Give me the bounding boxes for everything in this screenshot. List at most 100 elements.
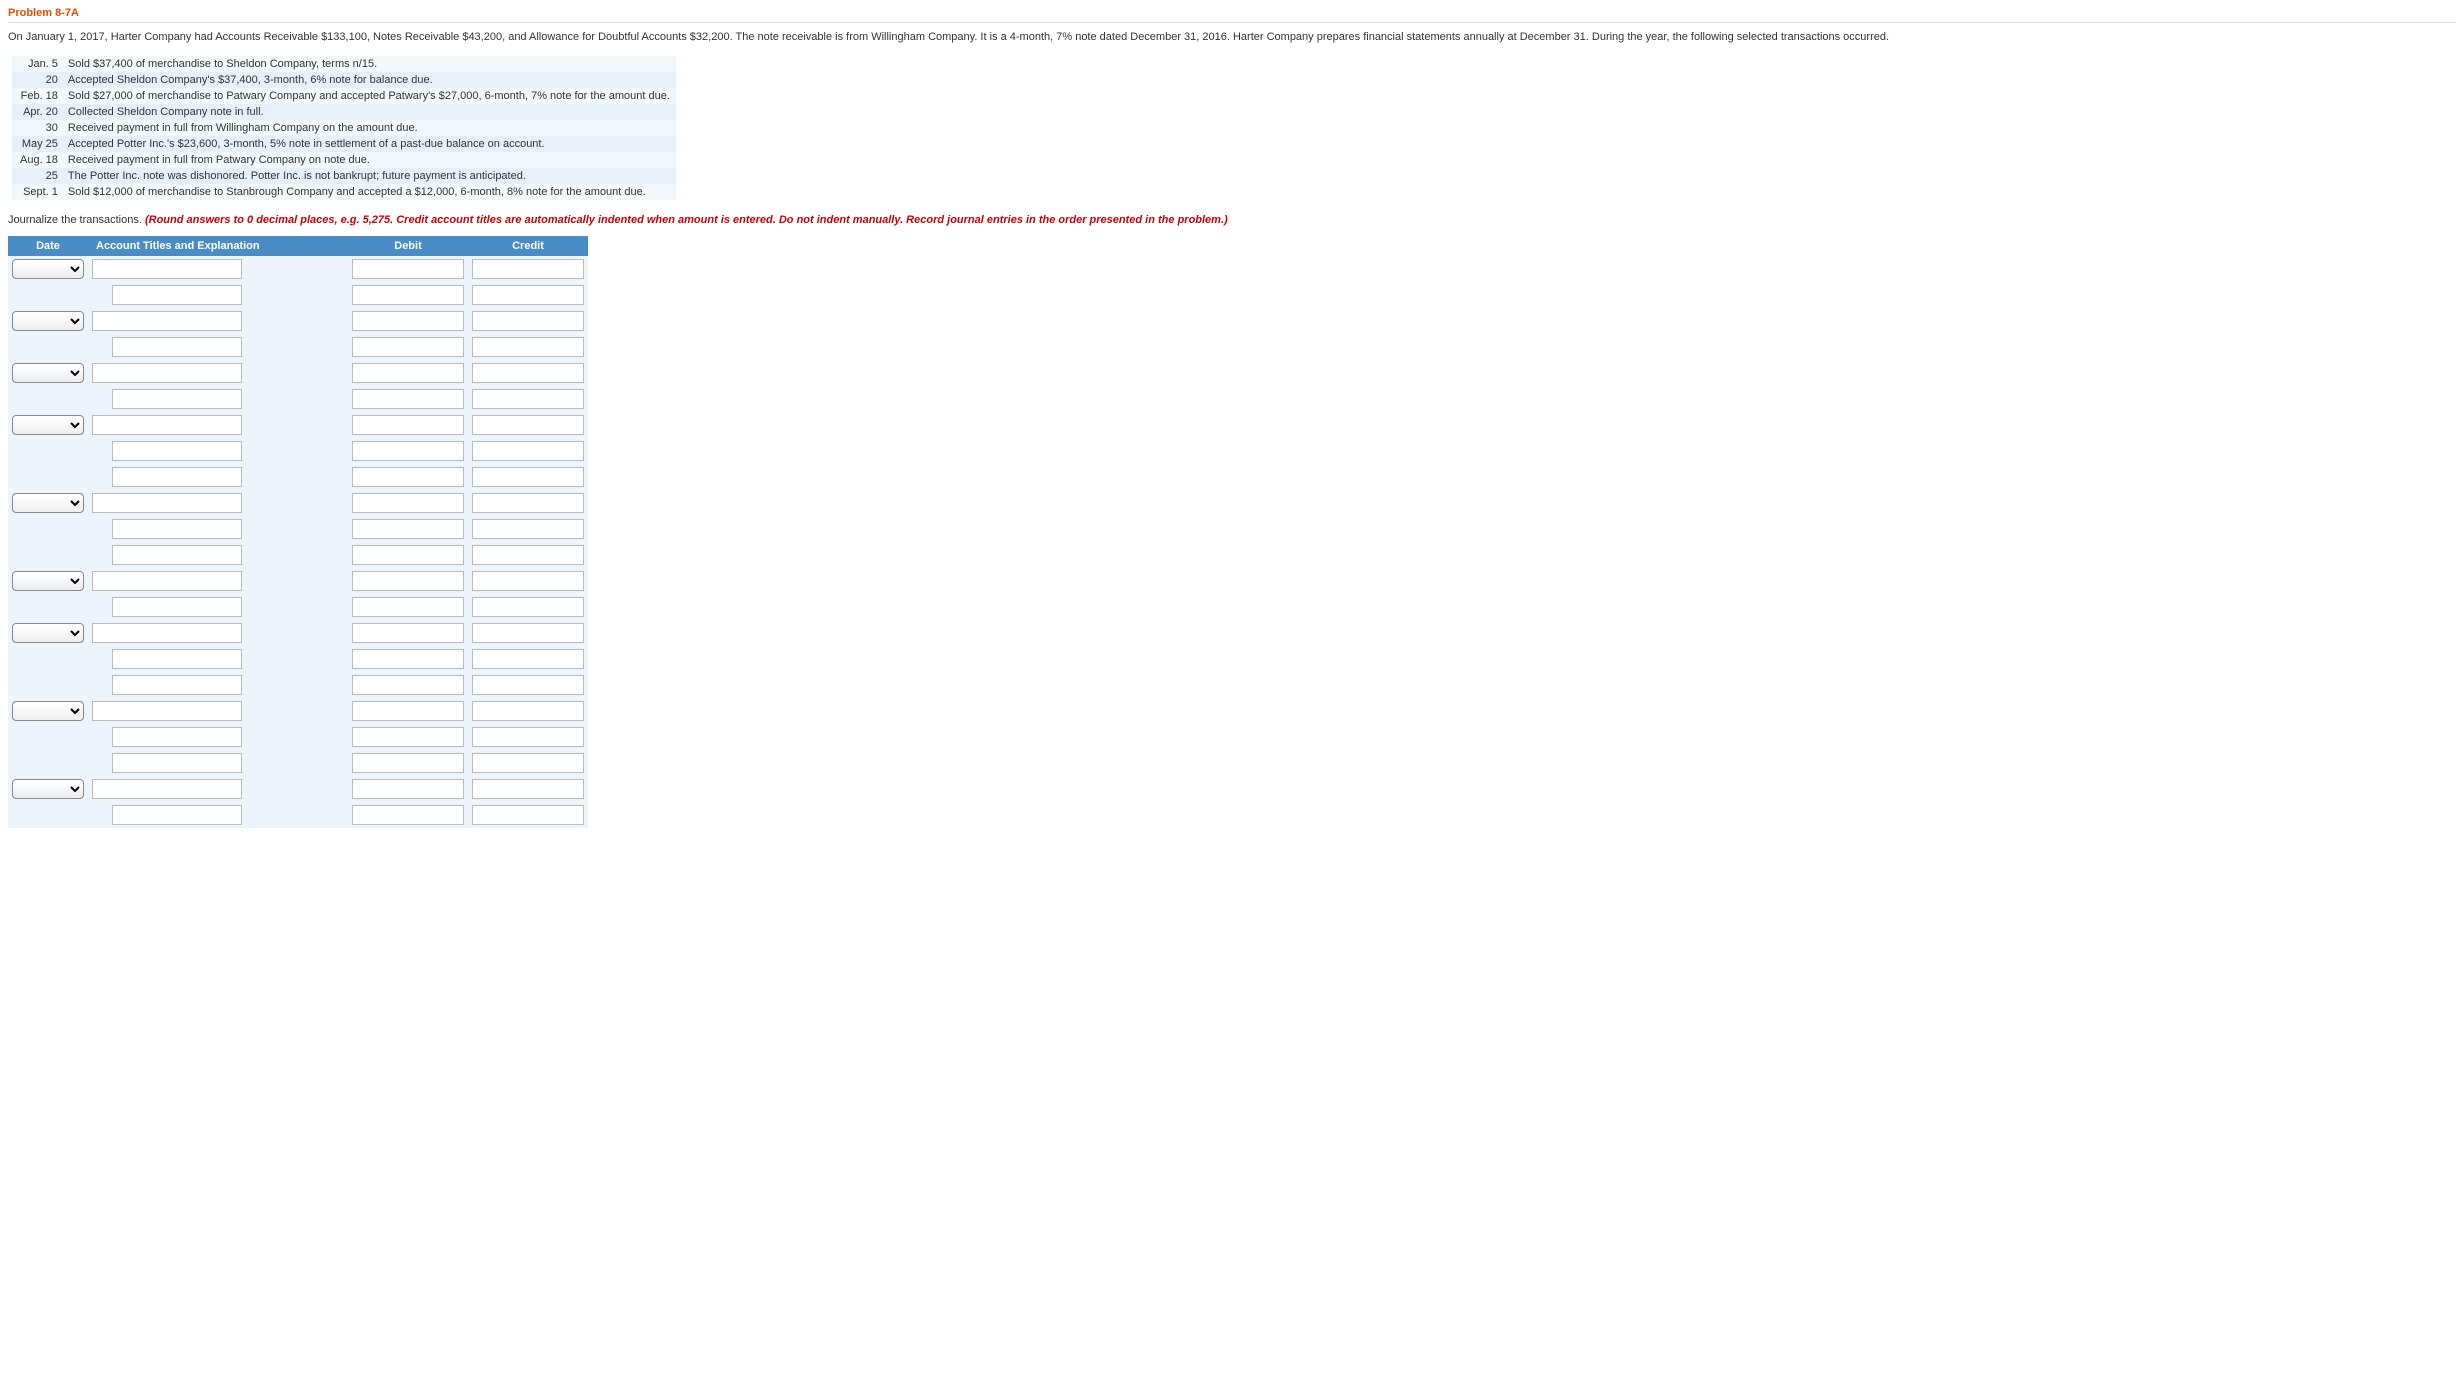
date-select[interactable] <box>12 493 84 513</box>
credit-input[interactable] <box>472 259 584 279</box>
debit-cell <box>348 776 468 802</box>
credit-input[interactable] <box>472 493 584 513</box>
credit-input[interactable] <box>472 467 584 487</box>
account-input[interactable] <box>112 545 242 565</box>
account-input[interactable] <box>92 623 242 643</box>
credit-input[interactable] <box>472 753 584 773</box>
credit-input[interactable] <box>472 415 584 435</box>
debit-input[interactable] <box>352 389 464 409</box>
debit-input[interactable] <box>352 753 464 773</box>
date-select[interactable] <box>12 259 84 279</box>
debit-input[interactable] <box>352 779 464 799</box>
account-input[interactable] <box>112 441 242 461</box>
credit-input[interactable] <box>472 727 584 747</box>
credit-input[interactable] <box>472 441 584 461</box>
credit-input[interactable] <box>472 519 584 539</box>
account-input[interactable] <box>112 337 242 357</box>
debit-input[interactable] <box>352 259 464 279</box>
debit-input[interactable] <box>352 285 464 305</box>
debit-input[interactable] <box>352 675 464 695</box>
debit-input[interactable] <box>352 441 464 461</box>
debit-input[interactable] <box>352 623 464 643</box>
instruction-text: Journalize the transactions. (Round answ… <box>8 214 2456 226</box>
debit-input[interactable] <box>352 545 464 565</box>
debit-input[interactable] <box>352 519 464 539</box>
debit-input[interactable] <box>352 805 464 825</box>
journal-table: Date Account Titles and Explanation Debi… <box>8 236 588 828</box>
date-select[interactable] <box>12 779 84 799</box>
credit-input[interactable] <box>472 597 584 617</box>
debit-input[interactable] <box>352 701 464 721</box>
account-cell <box>88 724 348 750</box>
debit-input[interactable] <box>352 467 464 487</box>
transaction-row: Sept. 1Sold $12,000 of merchandise to St… <box>12 184 676 200</box>
date-cell <box>8 386 88 412</box>
credit-input[interactable] <box>472 389 584 409</box>
account-input[interactable] <box>112 805 242 825</box>
journal-row <box>8 360 588 386</box>
journal-row <box>8 516 588 542</box>
account-input[interactable] <box>112 285 242 305</box>
debit-input[interactable] <box>352 415 464 435</box>
account-input[interactable] <box>92 701 242 721</box>
journal-row <box>8 386 588 412</box>
credit-cell <box>468 490 588 516</box>
account-input[interactable] <box>112 753 242 773</box>
account-input[interactable] <box>92 363 242 383</box>
account-input[interactable] <box>112 389 242 409</box>
account-input[interactable] <box>92 779 242 799</box>
account-input[interactable] <box>92 493 242 513</box>
credit-input[interactable] <box>472 805 584 825</box>
date-select[interactable] <box>12 363 84 383</box>
date-cell <box>8 282 88 308</box>
credit-input[interactable] <box>472 623 584 643</box>
credit-input[interactable] <box>472 675 584 695</box>
credit-input[interactable] <box>472 311 584 331</box>
credit-cell <box>468 620 588 646</box>
debit-input[interactable] <box>352 571 464 591</box>
debit-input[interactable] <box>352 311 464 331</box>
journal-entry-area: Date Account Titles and Explanation Debi… <box>8 236 2456 828</box>
account-input[interactable] <box>112 727 242 747</box>
account-input[interactable] <box>92 259 242 279</box>
account-input[interactable] <box>92 311 242 331</box>
account-cell <box>88 386 348 412</box>
date-select[interactable] <box>12 623 84 643</box>
journal-row <box>8 568 588 594</box>
account-input[interactable] <box>92 571 242 591</box>
debit-input[interactable] <box>352 493 464 513</box>
debit-input[interactable] <box>352 597 464 617</box>
account-input[interactable] <box>112 597 242 617</box>
date-select[interactable] <box>12 701 84 721</box>
account-input[interactable] <box>112 467 242 487</box>
date-cell <box>8 438 88 464</box>
debit-input[interactable] <box>352 649 464 669</box>
instruction-plain: Journalize the transactions. <box>8 214 145 226</box>
debit-cell <box>348 334 468 360</box>
account-input[interactable] <box>112 519 242 539</box>
journal-row <box>8 620 588 646</box>
account-input[interactable] <box>92 415 242 435</box>
date-select[interactable] <box>12 571 84 591</box>
credit-input[interactable] <box>472 337 584 357</box>
credit-input[interactable] <box>472 571 584 591</box>
account-input[interactable] <box>112 675 242 695</box>
transaction-date: May 25 <box>12 136 62 152</box>
date-select[interactable] <box>12 415 84 435</box>
account-cell <box>88 620 348 646</box>
account-cell <box>88 438 348 464</box>
credit-input[interactable] <box>472 545 584 565</box>
journal-row <box>8 438 588 464</box>
account-cell <box>88 750 348 776</box>
debit-input[interactable] <box>352 363 464 383</box>
credit-input[interactable] <box>472 779 584 799</box>
credit-input[interactable] <box>472 285 584 305</box>
date-select[interactable] <box>12 311 84 331</box>
col-header-date: Date <box>8 236 88 256</box>
account-input[interactable] <box>112 649 242 669</box>
debit-input[interactable] <box>352 337 464 357</box>
credit-input[interactable] <box>472 701 584 721</box>
debit-input[interactable] <box>352 727 464 747</box>
credit-input[interactable] <box>472 649 584 669</box>
credit-input[interactable] <box>472 363 584 383</box>
